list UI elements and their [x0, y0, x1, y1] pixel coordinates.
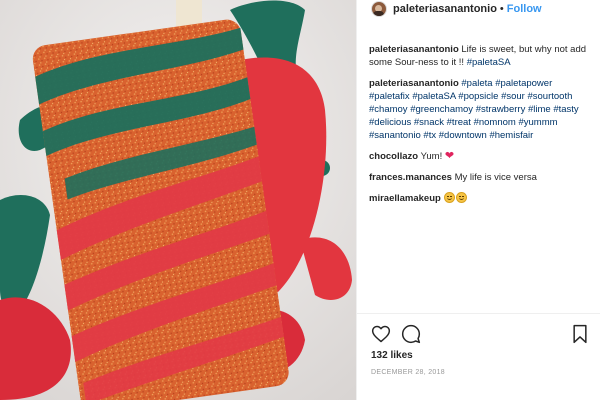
action-bar: [371, 324, 589, 344]
hashtag-link[interactable]: #paletaSA: [412, 91, 455, 102]
hashtag-comment: paleteriasanantonio #paleta #paletapower…: [369, 77, 595, 142]
comment-item: miraellamakeup: [369, 192, 595, 205]
hashtag-link[interactable]: #paletafix: [369, 91, 410, 102]
bookmark-icon[interactable]: [571, 324, 589, 344]
grinning-sweat-emoji-icon: [456, 192, 468, 203]
caption-username[interactable]: paleteriasanantonio: [369, 44, 459, 55]
hashtag-comment-username[interactable]: paleteriasanantonio: [369, 78, 459, 89]
comment-text: Yum!: [420, 151, 443, 162]
hashtag-link[interactable]: #snack: [414, 117, 444, 128]
hashtag-link[interactable]: #paletapower: [495, 78, 552, 89]
hashtag-link[interactable]: #yummm: [518, 117, 557, 128]
post-side-panel: paleteriasanantonio • Follow paleteriasa…: [356, 0, 600, 400]
hashtag-link[interactable]: #greenchamoy: [410, 104, 473, 115]
caption: paleteriasanantonio Life is sweet, but w…: [369, 43, 595, 69]
hashtag-link[interactable]: #hemisfair: [489, 130, 533, 141]
speech-bubble-icon[interactable]: [401, 324, 421, 344]
comment-username[interactable]: miraellamakeup: [369, 193, 441, 204]
red-heart-icon: ❤: [444, 150, 455, 162]
hashtag-link[interactable]: #delicious: [369, 117, 411, 128]
hashtag-link[interactable]: #lime: [528, 104, 551, 115]
hashtag-link[interactable]: #tasty: [553, 104, 578, 115]
hashtag-link[interactable]: #downtown: [439, 130, 487, 141]
hashtag-link[interactable]: #treat: [447, 117, 471, 128]
instagram-post: paleteriasanantonio • Follow paleteriasa…: [0, 0, 600, 400]
hashtag-link[interactable]: #chamoy: [369, 104, 408, 115]
hashtag-link[interactable]: #tx: [423, 130, 436, 141]
hashtag-link[interactable]: #strawberry: [476, 104, 526, 115]
comment-username[interactable]: chocollazo: [369, 151, 418, 162]
likes-count[interactable]: 132 likes: [371, 350, 413, 361]
hashtag-link[interactable]: #nomnom: [474, 117, 516, 128]
hashtag-link[interactable]: #sour: [501, 91, 525, 102]
grinning-sweat-emoji-icon: [444, 192, 456, 203]
header-separator: •: [499, 3, 504, 15]
hashtag-link[interactable]: #sourtooth: [527, 91, 572, 102]
hashtag-link[interactable]: #popsicle: [458, 91, 498, 102]
comment-item: frances.manances My life is vice versa: [369, 171, 595, 184]
post-photo[interactable]: [0, 0, 356, 400]
comment-item: chocollazo Yum! ❤: [369, 150, 595, 163]
avatar[interactable]: [371, 1, 387, 17]
heart-outline-icon[interactable]: [371, 324, 391, 344]
popsicle-photo-image: [0, 0, 356, 400]
post-header: paleteriasanantonio • Follow: [357, 0, 600, 18]
section-divider: [357, 313, 600, 314]
follow-button[interactable]: Follow: [507, 3, 542, 15]
header-username[interactable]: paleteriasanantonio: [393, 3, 497, 15]
hashtag-link[interactable]: #sanantonio: [369, 130, 421, 141]
comments-list: paleteriasanantonio Life is sweet, but w…: [369, 43, 595, 213]
caption-hashtag[interactable]: #paletaSA: [467, 57, 511, 68]
hashtag-link[interactable]: #paleta: [461, 78, 492, 89]
comment-text: My life is vice versa: [454, 172, 537, 183]
comment-username[interactable]: frances.manances: [369, 172, 452, 183]
post-date: DECEMBER 28, 2018: [371, 369, 445, 376]
